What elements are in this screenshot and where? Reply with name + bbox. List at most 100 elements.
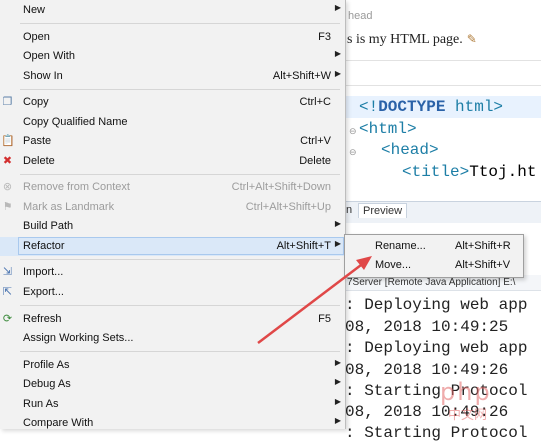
- menu-item-label: Copy: [23, 96, 49, 109]
- chevron-right-icon: ▶: [334, 68, 341, 78]
- fold-toggle-icon[interactable]: ⊖: [349, 147, 357, 158]
- code-token: <title>: [402, 163, 470, 181]
- menu-item-label: Assign Working Sets...: [23, 332, 134, 344]
- menu-item-label: Open With: [23, 50, 75, 63]
- import-icon: ⇲: [2, 266, 13, 279]
- menu-item-label: Run As: [23, 397, 59, 410]
- menu-item-label: New: [23, 4, 46, 16]
- menu-item-label: Rename...: [375, 240, 426, 252]
- menu-item-open-with[interactable]: Open With ▶: [0, 47, 345, 66]
- menu-item-remove-from-context[interactable]: ⊗ Remove from Context Ctrl+Alt+Shift+Down: [0, 178, 345, 197]
- code-token: Ttoj.ht: [469, 163, 537, 181]
- chevron-right-icon: ▶: [334, 416, 341, 425]
- menu-item-shortcut: Ctrl+V: [300, 135, 331, 148]
- menu-item-shortcut: Ctrl+Alt+Shift+Up: [245, 200, 331, 213]
- menu-item-assign-working-sets[interactable]: Assign Working Sets...: [0, 329, 345, 348]
- landmark-icon: ⚑: [2, 200, 13, 213]
- menu-item-profile-as[interactable]: Profile As ▶: [0, 356, 345, 375]
- menu-item-build-path[interactable]: Build Path ▶: [0, 217, 345, 236]
- menu-item-label: Export...: [23, 285, 64, 298]
- menu-item-shortcut: Ctrl+C: [299, 96, 331, 109]
- menu-item-open[interactable]: Open F3: [0, 28, 345, 47]
- chevron-right-icon: ▶: [334, 377, 341, 387]
- menu-item-new[interactable]: New ▶: [0, 1, 345, 20]
- paste-icon: 📋: [1, 135, 15, 148]
- context-menu: New ▶ Open F3 Open With ▶ Show In Alt+Shift+W ▶ ❐…: [0, 0, 346, 429]
- menu-item-mark-as-landmark[interactable]: ⚑ Mark as Landmark Ctrl+Alt+Shift+Up: [0, 198, 345, 217]
- tab-preview[interactable]: Preview: [358, 203, 408, 218]
- code-token: <!: [359, 98, 379, 116]
- menu-item-copy[interactable]: ❐ Copy Ctrl+C: [0, 93, 345, 112]
- console-line: : Starting Protocol: [345, 382, 528, 400]
- menu-separator: [20, 305, 340, 307]
- delete-icon: ✖: [2, 154, 13, 167]
- fold-toggle-icon[interactable]: ⊖: [349, 126, 357, 137]
- code-line-doctype: <!DOCTYPE html>: [359, 98, 503, 116]
- editor-preview-text: s is my HTML page. ✎: [347, 32, 477, 48]
- chevron-right-icon: ▶: [334, 357, 341, 367]
- menu-item-shortcut: Alt+Shift+T: [276, 239, 331, 252]
- chevron-right-icon: ▶: [334, 49, 341, 59]
- menu-item-label: Profile As: [23, 358, 70, 371]
- menu-item-debug-as[interactable]: Debug As ▶: [0, 375, 345, 394]
- copy-icon: ❐: [2, 96, 13, 109]
- menu-item-label: Debug As: [23, 378, 71, 391]
- menu-item-copy-qualified-name[interactable]: Copy Qualified Name: [0, 113, 345, 132]
- watermark-logo-sub: 中文网: [448, 407, 488, 422]
- menu-item-label: Compare With: [23, 417, 94, 429]
- code-line-head: <head>: [381, 141, 439, 159]
- console-line: : Starting Protocol: [345, 424, 528, 442]
- menu-separator: [20, 174, 340, 175]
- tab-source[interactable]: n: [346, 204, 352, 216]
- editor-divider: [345, 60, 541, 61]
- refresh-icon: ⟳: [2, 312, 13, 325]
- cursor-marker-icon: ✎: [466, 32, 477, 46]
- watermark-logo: php: [440, 378, 492, 406]
- menu-separator: [20, 259, 340, 260]
- menu-item-move[interactable]: Move... Alt+Shift+V: [345, 256, 523, 275]
- menu-item-label: Delete: [23, 154, 55, 167]
- menu-item-refactor[interactable]: Refactor Alt+Shift+T ▶: [0, 236, 345, 256]
- menu-item-label: Remove from Context: [23, 181, 130, 194]
- menu-separator: [20, 23, 340, 25]
- export-icon: ⇱: [2, 285, 13, 298]
- chevron-right-icon: ▶: [334, 3, 341, 12]
- menu-separator: [20, 89, 340, 90]
- menu-separator: [20, 351, 340, 353]
- menu-item-shortcut: Alt+Shift+V: [455, 259, 511, 271]
- editor-preview-text-label: s is my HTML page.: [347, 32, 463, 47]
- menu-item-show-in[interactable]: Show In Alt+Shift+W ▶: [0, 67, 345, 86]
- remove-context-icon: ⊗: [2, 181, 13, 194]
- console-line: 08, 2018 10:49:25: [345, 318, 509, 336]
- console-line: 08, 2018 10:49:26: [345, 361, 509, 379]
- menu-item-label: Paste: [23, 135, 52, 148]
- menu-item-label: Show In: [23, 69, 63, 82]
- menu-item-shortcut: Alt+Shift+R: [455, 240, 511, 252]
- menu-item-label: Copy Qualified Name: [23, 115, 128, 128]
- chevron-right-icon: ▶: [334, 238, 341, 248]
- menu-item-label: Open: [23, 30, 50, 43]
- code-line-html: <html>: [359, 120, 417, 138]
- menu-item-label: Build Path: [23, 220, 74, 233]
- menu-item-compare-with[interactable]: Compare With ▶: [0, 414, 345, 433]
- menu-item-paste[interactable]: 📋 Paste Ctrl+V: [0, 132, 345, 151]
- editor-divider: [345, 85, 541, 86]
- menu-item-export[interactable]: ⇱ Export...: [0, 283, 345, 302]
- menu-item-delete[interactable]: ✖ Delete Delete: [0, 152, 345, 171]
- console-line: : Deploying web app: [345, 339, 528, 357]
- chevron-right-icon: ▶: [334, 396, 341, 406]
- menu-item-label: Move...: [375, 259, 412, 271]
- menu-item-rename[interactable]: Rename... Alt+Shift+R: [345, 237, 523, 256]
- menu-item-run-as[interactable]: Run As ▶: [0, 395, 345, 414]
- menu-item-label: Refresh: [23, 312, 62, 325]
- console-line: : Deploying web app: [345, 296, 528, 314]
- refactor-submenu: Rename... Alt+Shift+R Move... Alt+Shift+…: [344, 234, 524, 278]
- menu-item-shortcut: Delete: [299, 154, 331, 167]
- code-line-title: <title>Ttoj.ht: [402, 163, 536, 181]
- menu-item-shortcut: F3: [318, 30, 331, 43]
- menu-item-refresh[interactable]: ⟳ Refresh F5: [0, 310, 345, 329]
- menu-item-import[interactable]: ⇲ Import...: [0, 263, 345, 282]
- code-token: html>: [445, 98, 504, 116]
- editor-head-label: head: [348, 10, 373, 22]
- menu-item-label: Mark as Landmark: [23, 200, 115, 213]
